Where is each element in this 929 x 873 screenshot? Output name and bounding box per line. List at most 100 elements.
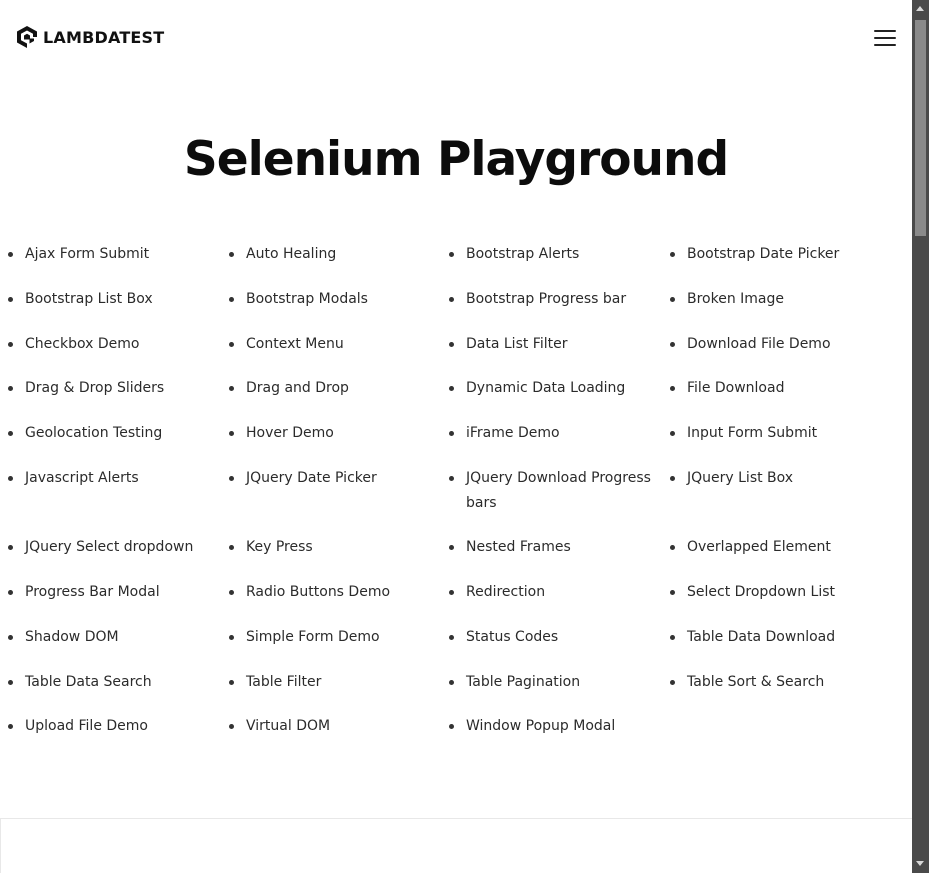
demo-link-label: Radio Buttons Demo bbox=[246, 584, 391, 600]
demo-link[interactable]: Nested Frames bbox=[449, 535, 571, 560]
demo-link[interactable]: Table Sort & Search bbox=[670, 670, 824, 695]
demo-link[interactable]: Table Pagination bbox=[449, 670, 580, 695]
bullet-icon bbox=[449, 431, 454, 436]
demo-link-label: Input Form Submit bbox=[687, 425, 818, 441]
bullet-icon bbox=[670, 342, 675, 347]
demo-link[interactable]: Bootstrap List Box bbox=[8, 287, 153, 312]
demo-link[interactable]: JQuery Date Picker bbox=[229, 466, 377, 491]
demo-link[interactable]: Geolocation Testing bbox=[8, 421, 163, 446]
bullet-icon bbox=[8, 724, 13, 729]
bullet-icon bbox=[229, 635, 234, 640]
demo-link[interactable]: JQuery Select dropdown bbox=[8, 535, 193, 560]
demo-link-label: Checkbox Demo bbox=[25, 336, 140, 352]
demo-link-label: Virtual DOM bbox=[246, 718, 331, 734]
lambdatest-logo[interactable]: LAMBDATEST bbox=[15, 25, 164, 49]
demo-link[interactable]: Javascript Alerts bbox=[8, 466, 139, 491]
demo-link[interactable]: JQuery Download Progress bars bbox=[449, 466, 656, 516]
demo-link[interactable]: File Download bbox=[670, 376, 784, 401]
bullet-icon bbox=[449, 680, 454, 685]
demo-link[interactable]: Key Press bbox=[229, 535, 313, 560]
demo-link[interactable]: iFrame Demo bbox=[449, 421, 560, 446]
demo-link[interactable]: Window Popup Modal bbox=[449, 714, 616, 739]
page-title: Selenium Playground bbox=[183, 132, 729, 187]
bullet-icon bbox=[229, 342, 234, 347]
bullet-icon bbox=[670, 635, 675, 640]
demo-link-label: Bootstrap Modals bbox=[246, 291, 368, 307]
demo-link-label: Progress Bar Modal bbox=[25, 584, 160, 600]
demo-link[interactable]: Bootstrap Date Picker bbox=[670, 242, 840, 267]
scroll-down-arrow-icon[interactable] bbox=[916, 861, 924, 866]
bullet-icon bbox=[229, 252, 234, 257]
logo-text: LAMBDATEST bbox=[43, 27, 165, 47]
hamburger-menu-icon[interactable] bbox=[874, 28, 898, 48]
demo-link[interactable]: Data List Filter bbox=[449, 332, 567, 357]
demo-link[interactable]: Auto Healing bbox=[229, 242, 337, 267]
demo-link[interactable]: Input Form Submit bbox=[670, 421, 818, 446]
demo-link-label: JQuery Download Progress bars bbox=[466, 470, 651, 511]
demo-link-label: Redirection bbox=[466, 584, 546, 600]
demo-link[interactable]: Status Codes bbox=[449, 625, 559, 650]
demo-link[interactable]: Table Data Search bbox=[8, 670, 152, 695]
demo-link-label: Dynamic Data Loading bbox=[466, 380, 626, 396]
demo-link-label: Upload File Demo bbox=[25, 718, 148, 734]
demo-link[interactable]: Bootstrap Alerts bbox=[449, 242, 580, 267]
demo-link[interactable]: Radio Buttons Demo bbox=[229, 580, 391, 605]
demo-link[interactable]: Broken Image bbox=[670, 287, 784, 312]
demo-link-label: Bootstrap Date Picker bbox=[687, 246, 840, 262]
demo-link[interactable]: Download File Demo bbox=[670, 332, 831, 357]
bullet-icon bbox=[229, 590, 234, 595]
bullet-icon bbox=[229, 431, 234, 436]
demo-link-label: Overlapped Element bbox=[687, 539, 831, 555]
demo-link[interactable]: Drag and Drop bbox=[229, 376, 349, 401]
vertical-scrollbar[interactable] bbox=[912, 0, 929, 873]
bullet-icon bbox=[229, 680, 234, 685]
demo-link[interactable]: Context Menu bbox=[229, 332, 344, 357]
bullet-icon bbox=[449, 297, 454, 302]
demo-link[interactable]: Select Dropdown List bbox=[670, 580, 836, 605]
demo-link-label: Select Dropdown List bbox=[687, 584, 836, 600]
demo-link-label: Geolocation Testing bbox=[25, 425, 163, 441]
bullet-icon bbox=[449, 476, 454, 481]
demo-link[interactable]: Virtual DOM bbox=[229, 714, 331, 739]
bullet-icon bbox=[229, 386, 234, 391]
site-header: LAMBDATEST bbox=[0, 0, 912, 76]
demo-link-label: Table Filter bbox=[246, 674, 322, 690]
demo-link[interactable]: Overlapped Element bbox=[670, 535, 831, 560]
bullet-icon bbox=[229, 476, 234, 481]
demo-link[interactable]: Simple Form Demo bbox=[229, 625, 380, 650]
demo-link[interactable]: Ajax Form Submit bbox=[8, 242, 150, 267]
scroll-up-arrow-icon[interactable] bbox=[916, 6, 924, 11]
demo-link-label: Auto Healing bbox=[246, 246, 337, 262]
demo-link-label: Bootstrap Alerts bbox=[466, 246, 580, 262]
bullet-icon bbox=[8, 386, 13, 391]
demo-link[interactable]: Checkbox Demo bbox=[8, 332, 140, 357]
demo-link[interactable]: Bootstrap Progress bar bbox=[449, 287, 626, 312]
demo-link[interactable]: Hover Demo bbox=[229, 421, 334, 446]
demo-link[interactable]: Upload File Demo bbox=[8, 714, 148, 739]
demo-link[interactable]: Table Filter bbox=[229, 670, 322, 695]
demo-link-label: Ajax Form Submit bbox=[25, 246, 150, 262]
bullet-icon bbox=[670, 386, 675, 391]
demo-link[interactable]: Drag & Drop Sliders bbox=[8, 376, 164, 401]
demo-link-label: Table Data Search bbox=[25, 674, 152, 690]
demo-link-label: Window Popup Modal bbox=[466, 718, 616, 734]
scrollbar-thumb[interactable] bbox=[915, 20, 926, 236]
bullet-icon bbox=[8, 680, 13, 685]
demo-link[interactable]: Bootstrap Modals bbox=[229, 287, 368, 312]
demo-link[interactable]: Shadow DOM bbox=[8, 625, 119, 650]
bullet-icon bbox=[449, 724, 454, 729]
bullet-icon bbox=[670, 590, 675, 595]
demo-link-label: Status Codes bbox=[466, 629, 559, 645]
demo-link[interactable]: Progress Bar Modal bbox=[8, 580, 160, 605]
demo-link-label: Shadow DOM bbox=[25, 629, 119, 645]
demo-link[interactable]: Redirection bbox=[449, 580, 546, 605]
demo-link-label: JQuery List Box bbox=[687, 470, 794, 486]
bullet-icon bbox=[449, 386, 454, 391]
bullet-icon bbox=[229, 545, 234, 550]
demo-link[interactable]: Table Data Download bbox=[670, 625, 835, 650]
demo-link[interactable]: Dynamic Data Loading bbox=[449, 376, 626, 401]
bullet-icon bbox=[229, 724, 234, 729]
demo-link-label: Nested Frames bbox=[466, 539, 571, 555]
bullet-icon bbox=[449, 252, 454, 257]
demo-link[interactable]: JQuery List Box bbox=[670, 466, 794, 491]
